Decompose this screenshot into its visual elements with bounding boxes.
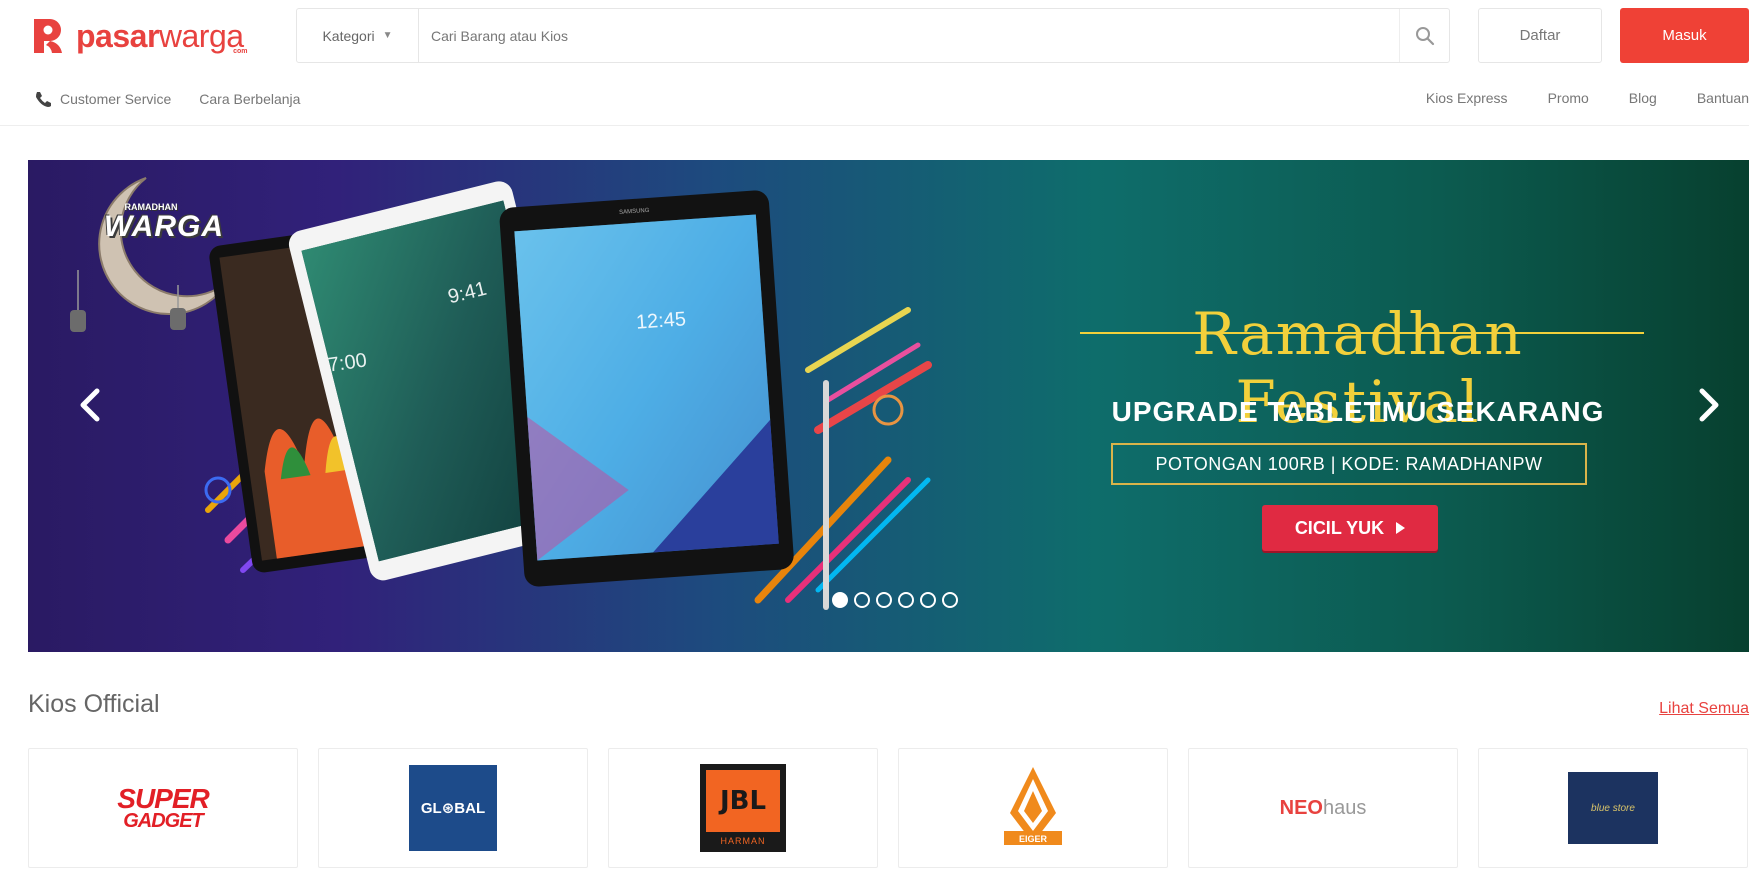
- jbl-harman-text: HARMAN: [720, 836, 766, 846]
- carousel-dot[interactable]: [920, 592, 936, 608]
- store-card-global[interactable]: GL⊛BAL: [318, 748, 588, 868]
- eiger-logo: EIGER: [1004, 767, 1062, 845]
- search-bar: Kategori ▼: [296, 8, 1450, 63]
- tablet-clock: 12:45: [635, 308, 687, 334]
- category-dropdown[interactable]: Kategori ▼: [297, 9, 419, 62]
- super-gadget-line2: GADGET: [123, 809, 204, 832]
- chevron-right-icon: [1699, 388, 1719, 422]
- headline-underline: [1080, 332, 1644, 334]
- blog-link[interactable]: Blog: [1629, 90, 1657, 106]
- help-link[interactable]: Bantuan: [1697, 90, 1749, 106]
- promo-link[interactable]: Promo: [1548, 90, 1589, 106]
- banner-prev-button[interactable]: [70, 385, 110, 425]
- customer-service-label: Customer Service: [60, 91, 172, 107]
- category-dropdown-label: Kategori: [322, 27, 375, 44]
- phone-icon: [34, 90, 52, 108]
- jbl-wordmark: JBL: [706, 770, 780, 832]
- official-stores-row: SUPER GADGET GL⊛BAL JBL HARMAN EIGER NEO…: [28, 748, 1749, 868]
- kios-official-title: Kios Official: [28, 690, 160, 718]
- logo-mark-icon: [28, 15, 68, 57]
- store-card-blue-store[interactable]: blue store: [1478, 748, 1748, 868]
- top-header: pasarwarga com Kategori ▼ Daftar Masuk: [0, 0, 1749, 72]
- cicil-yuk-label: CICIL YUK: [1294, 517, 1385, 538]
- login-button[interactable]: Masuk: [1620, 8, 1749, 63]
- carousel-indicators: [832, 592, 958, 608]
- ramadhan-badge-title: WARGA: [104, 210, 224, 243]
- carousel-dot[interactable]: [876, 592, 892, 608]
- super-gadget-line1: SUPER: [117, 783, 209, 815]
- super-gadget-logo: SUPER GADGET: [117, 783, 209, 832]
- store-card-neohaus[interactable]: NEOhaus: [1188, 748, 1458, 868]
- blue-store-logo: blue store: [1568, 772, 1658, 844]
- neohaus-logo: NEOhaus: [1279, 796, 1367, 819]
- global-logo: GL⊛BAL: [409, 765, 497, 851]
- hero-banner[interactable]: SAMSUNG RAMADHAN WARGA 9:41 12:45 7:00 R…: [28, 160, 1749, 652]
- carousel-dot[interactable]: [854, 592, 870, 608]
- play-arrow-icon: [1396, 522, 1406, 534]
- banner-subheadline: UPGRADE TABLETMU SEKARANG: [1111, 396, 1605, 427]
- banner-next-button[interactable]: [1689, 385, 1729, 425]
- carousel-dot[interactable]: [942, 592, 958, 608]
- eiger-text: EIGER: [1019, 834, 1048, 844]
- store-card-super-gadget[interactable]: SUPER GADGET: [28, 748, 298, 868]
- secondary-nav: Customer Service Cara Berbelanja Kios Ex…: [0, 80, 1749, 126]
- store-card-eiger[interactable]: EIGER: [898, 748, 1168, 868]
- search-input[interactable]: [419, 9, 1399, 62]
- search-icon: [1415, 26, 1434, 45]
- carousel-dot[interactable]: [898, 592, 914, 608]
- caret-down-icon: ▼: [382, 30, 393, 41]
- jbl-logo: JBL HARMAN: [700, 764, 786, 852]
- register-button[interactable]: Daftar: [1478, 8, 1602, 63]
- cicil-yuk-button[interactable]: CICIL YUK: [1262, 505, 1438, 551]
- secondary-nav-left: Customer Service Cara Berbelanja: [34, 90, 328, 108]
- see-all-link[interactable]: Lihat Semua: [1659, 700, 1749, 718]
- chevron-left-icon: [80, 388, 100, 422]
- pasarwarga-logo[interactable]: pasarwarga com: [28, 14, 248, 58]
- logo-wordmark: pasarwarga: [76, 17, 244, 54]
- kios-express-link[interactable]: Kios Express: [1426, 90, 1508, 106]
- secondary-nav-right: Kios Express Promo Blog Bantuan: [1386, 90, 1749, 106]
- logo-suffix: com: [233, 47, 248, 55]
- customer-service-link[interactable]: Customer Service: [34, 90, 171, 108]
- store-card-jbl[interactable]: JBL HARMAN: [608, 748, 878, 868]
- how-to-shop-link[interactable]: Cara Berbelanja: [199, 91, 300, 107]
- search-button[interactable]: [1399, 9, 1449, 62]
- promo-code-box: POTONGAN 100RB | KODE: RAMADHANPW: [1111, 443, 1587, 485]
- carousel-dot[interactable]: [832, 592, 848, 608]
